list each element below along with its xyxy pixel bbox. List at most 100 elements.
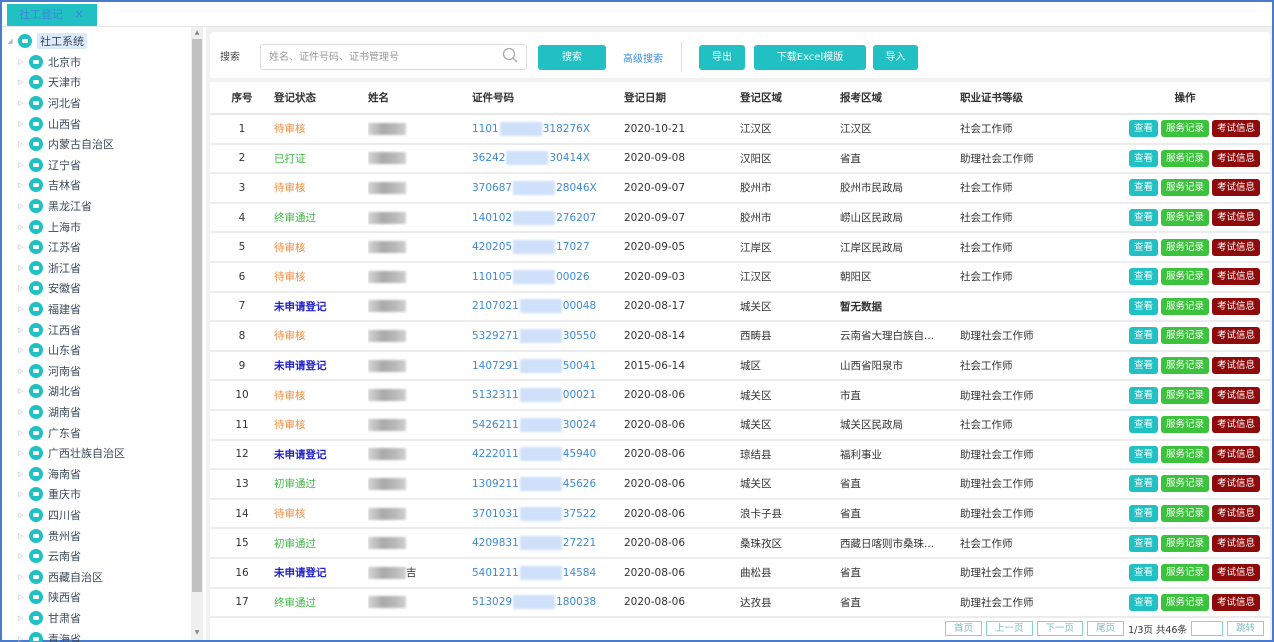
exam-info-button[interactable]: 考试信息 [1211, 416, 1260, 434]
search-button[interactable]: 搜索 [538, 45, 606, 70]
exam-info-button[interactable]: 考试信息 [1211, 357, 1260, 375]
exam-info-button[interactable]: 考试信息 [1211, 564, 1260, 582]
caret-right-icon[interactable]: ▷ [16, 511, 26, 519]
view-button[interactable]: 查看 [1128, 179, 1158, 197]
exam-info-button[interactable]: 考试信息 [1211, 327, 1260, 345]
tree-node[interactable]: ▷ 广东省 [2, 422, 190, 443]
exam-info-button[interactable]: 考试信息 [1211, 593, 1260, 611]
caret-right-icon[interactable]: ▷ [16, 78, 26, 86]
caret-right-icon[interactable]: ▷ [16, 635, 26, 642]
exam-info-button[interactable]: 考试信息 [1211, 120, 1260, 138]
tree-node[interactable]: ▷ 山西省 [2, 113, 190, 134]
exam-info-button[interactable]: 考试信息 [1211, 268, 1260, 286]
tree-node[interactable]: ▷ 山东省 [2, 340, 190, 361]
caret-right-icon[interactable]: ▷ [16, 408, 26, 416]
service-record-button[interactable]: 服务记录 [1160, 209, 1209, 227]
caret-right-icon[interactable]: ▷ [16, 120, 26, 128]
caret-right-icon[interactable]: ▷ [16, 58, 26, 66]
tree-node-root[interactable]: ◢ 社工系统 [2, 31, 190, 52]
tree-node[interactable]: ▷ 内蒙古自治区 [2, 134, 190, 155]
service-record-button[interactable]: 服务记录 [1160, 238, 1209, 256]
tree-node[interactable]: ▷ 四川省 [2, 505, 190, 526]
close-icon[interactable]: ✕ [75, 8, 84, 21]
caret-right-icon[interactable]: ▷ [16, 449, 26, 457]
first-page-button[interactable]: 首页 [945, 621, 983, 636]
tree-node[interactable]: ▷ 海南省 [2, 463, 190, 484]
view-button[interactable]: 查看 [1128, 416, 1158, 434]
service-record-button[interactable]: 服务记录 [1160, 327, 1209, 345]
view-button[interactable]: 查看 [1128, 564, 1158, 582]
exam-info-button[interactable]: 考试信息 [1211, 209, 1260, 227]
scroll-down-icon[interactable]: ▼ [191, 628, 203, 638]
caret-right-icon[interactable]: ▷ [16, 99, 26, 107]
caret-right-icon[interactable]: ▷ [16, 181, 26, 189]
caret-right-icon[interactable]: ▷ [16, 614, 26, 622]
advanced-search-link[interactable]: 高级搜索 [623, 50, 663, 65]
caret-right-icon[interactable]: ▷ [16, 140, 26, 148]
view-button[interactable]: 查看 [1128, 386, 1158, 404]
caret-right-icon[interactable]: ▷ [16, 326, 26, 334]
next-page-button[interactable]: 下一页 [1036, 621, 1084, 636]
view-button[interactable]: 查看 [1128, 505, 1158, 523]
tree-node[interactable]: ▷ 湖南省 [2, 402, 190, 423]
caret-down-icon[interactable]: ◢ [5, 37, 15, 45]
caret-right-icon[interactable]: ▷ [16, 202, 26, 210]
caret-right-icon[interactable]: ▷ [16, 367, 26, 375]
caret-right-icon[interactable]: ▷ [16, 593, 26, 601]
caret-right-icon[interactable]: ▷ [16, 305, 26, 313]
service-record-button[interactable]: 服务记录 [1160, 120, 1209, 138]
exam-info-button[interactable]: 考试信息 [1211, 297, 1260, 315]
caret-right-icon[interactable]: ▷ [16, 573, 26, 581]
view-button[interactable]: 查看 [1128, 120, 1158, 138]
tree-node[interactable]: ▷ 辽宁省 [2, 155, 190, 176]
tree-node[interactable]: ▷ 西藏自治区 [2, 566, 190, 587]
caret-right-icon[interactable]: ▷ [16, 387, 26, 395]
tree-node[interactable]: ▷ 贵州省 [2, 525, 190, 546]
download-template-button[interactable]: 下载Excel模版 [754, 45, 866, 70]
import-button[interactable]: 导入 [873, 45, 918, 70]
tree-node[interactable]: ▷ 黑龙江省 [2, 196, 190, 217]
tree-node[interactable]: ▷ 云南省 [2, 546, 190, 567]
view-button[interactable]: 查看 [1128, 475, 1158, 493]
service-record-button[interactable]: 服务记录 [1160, 445, 1209, 463]
view-button[interactable]: 查看 [1128, 209, 1158, 227]
exam-info-button[interactable]: 考试信息 [1211, 386, 1260, 404]
caret-right-icon[interactable]: ▷ [16, 490, 26, 498]
caret-right-icon[interactable]: ▷ [16, 161, 26, 169]
tree-node[interactable]: ▷ 安徽省 [2, 278, 190, 299]
tree-node[interactable]: ▷ 江西省 [2, 319, 190, 340]
tree-node[interactable]: ▷ 广西壮族自治区 [2, 443, 190, 464]
tree-node[interactable]: ▷ 北京市 [2, 52, 190, 73]
caret-right-icon[interactable]: ▷ [16, 552, 26, 560]
prev-page-button[interactable]: 上一页 [986, 621, 1033, 636]
tree-node[interactable]: ▷ 甘肃省 [2, 608, 190, 629]
exam-info-button[interactable]: 考试信息 [1211, 445, 1260, 463]
tree-node[interactable]: ▷ 江苏省 [2, 237, 190, 258]
last-page-button[interactable]: 尾页 [1087, 621, 1125, 636]
view-button[interactable]: 查看 [1128, 238, 1158, 256]
service-record-button[interactable]: 服务记录 [1160, 268, 1209, 286]
scroll-up-icon[interactable]: ▲ [191, 28, 203, 38]
service-record-button[interactable]: 服务记录 [1160, 297, 1209, 315]
export-button[interactable]: 导出 [699, 45, 745, 70]
exam-info-button[interactable]: 考试信息 [1211, 179, 1260, 197]
exam-info-button[interactable]: 考试信息 [1211, 475, 1260, 493]
tab-social-worker-registration[interactable]: 社工登记 ✕ [7, 4, 97, 26]
service-record-button[interactable]: 服务记录 [1160, 357, 1209, 375]
view-button[interactable]: 查看 [1128, 445, 1158, 463]
search-input[interactable] [260, 44, 527, 70]
tree-node[interactable]: ▷ 浙江省 [2, 258, 190, 279]
service-record-button[interactable]: 服务记录 [1160, 505, 1209, 523]
tree-node[interactable]: ▷ 福建省 [2, 299, 190, 320]
tree-node[interactable]: ▷ 湖北省 [2, 381, 190, 402]
service-record-button[interactable]: 服务记录 [1160, 475, 1209, 493]
caret-right-icon[interactable]: ▷ [16, 429, 26, 437]
tree-node[interactable]: ▷ 天津市 [2, 72, 190, 93]
view-button[interactable]: 查看 [1128, 297, 1158, 315]
service-record-button[interactable]: 服务记录 [1160, 386, 1209, 404]
service-record-button[interactable]: 服务记录 [1160, 179, 1209, 197]
exam-info-button[interactable]: 考试信息 [1211, 534, 1260, 552]
view-button[interactable]: 查看 [1128, 593, 1158, 611]
page-jump-input[interactable] [1190, 621, 1223, 636]
tree-node[interactable]: ▷ 青海省 [2, 628, 190, 642]
